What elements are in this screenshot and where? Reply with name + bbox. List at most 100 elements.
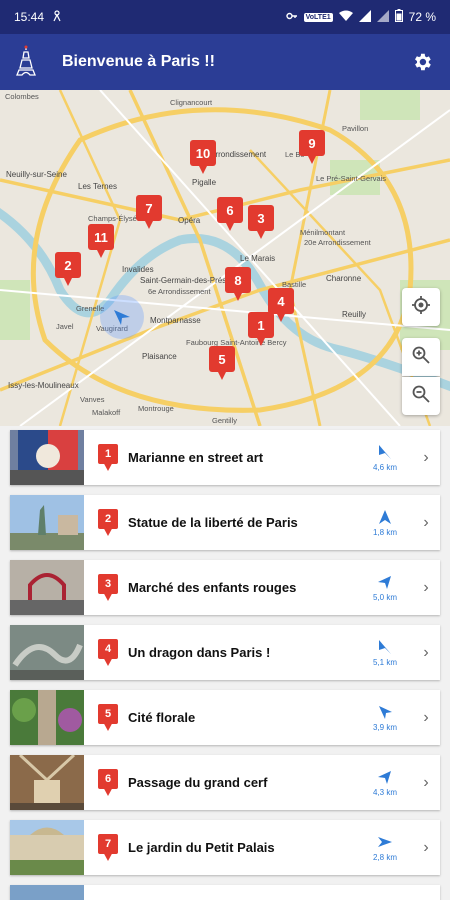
map-label: Ménilmontant	[300, 228, 346, 237]
battery-icon	[394, 9, 403, 25]
direction-arrow-icon	[379, 639, 391, 654]
place-thumbnail	[10, 495, 84, 550]
key-icon	[285, 10, 298, 25]
map-label: 6e Arrondissement	[148, 287, 211, 296]
map-label: Pigalle	[192, 178, 217, 187]
app-bar: Bienvenue à Paris !!	[0, 34, 450, 90]
place-title: Statue de la liberté de Paris	[128, 515, 298, 530]
place-thumbnail	[10, 560, 84, 615]
map-pin-5[interactable]: 5	[209, 346, 235, 380]
map-pin-10[interactable]: 10	[190, 140, 216, 174]
wifi-icon	[338, 10, 353, 25]
place-title: Marianne en street art	[128, 450, 264, 465]
place-card[interactable]: 1 Marianne en street art 4,6 km ›	[10, 430, 440, 485]
place-thumbnail	[10, 625, 84, 680]
map-label: Pavillon	[342, 124, 369, 133]
direction-arrow-icon	[378, 575, 391, 589]
place-card[interactable]: 6 Passage du grand cerf 4,3 km ›	[10, 755, 440, 810]
place-number-pin: 1	[98, 443, 118, 472]
place-distance: 4,6 km	[360, 444, 410, 472]
place-title: Marché des enfants rouges	[128, 580, 297, 595]
place-card[interactable]: 3 Marché des enfants rouges 5,0 km ›	[10, 560, 440, 615]
map-label: Javel	[56, 322, 74, 331]
map-view[interactable]: Colombes Clignancourt 18e Arrondissement…	[0, 90, 450, 426]
place-title: Un dragon dans Paris !	[128, 645, 271, 660]
place-title: Cité florale	[128, 710, 196, 725]
map-label: Montrouge	[138, 404, 174, 413]
place-number-pin: 5	[98, 703, 118, 732]
zoom-in-icon	[411, 345, 431, 370]
place-card[interactable]: 5 Cité florale 3,9 km ›	[10, 690, 440, 745]
place-thumbnail	[10, 820, 84, 875]
map-pin-4[interactable]: 4	[268, 288, 294, 322]
place-title: Passage du grand cerf	[128, 775, 268, 790]
places-list[interactable]: 1 Marianne en street art 4,6 km › 2 Stat…	[0, 426, 450, 900]
status-time: 15:44	[14, 10, 45, 24]
place-thumbnail	[10, 430, 84, 485]
place-card[interactable]: 4 Un dragon dans Paris ! 5,1 km ›	[10, 625, 440, 680]
my-location-button[interactable]	[402, 288, 440, 326]
map-label: Neuilly-sur-Seine	[6, 170, 67, 179]
volte-badge: VoLTE1	[303, 12, 333, 22]
place-distance: 5,0 km	[360, 574, 410, 602]
chevron-right-icon: ›	[423, 448, 429, 466]
eiffel-tower-icon	[16, 44, 36, 81]
map-label: Montparnasse	[150, 316, 201, 325]
map-label: Reuilly	[342, 310, 367, 319]
signal-icon	[358, 9, 371, 25]
map-pin-8[interactable]: 8	[225, 267, 251, 301]
direction-arrow-icon	[378, 836, 392, 847]
place-number-pin: 2	[98, 508, 118, 537]
chevron-right-icon: ›	[423, 578, 429, 596]
place-number-pin: 7	[98, 833, 118, 862]
zoom-out-icon	[411, 384, 431, 409]
place-distance: 4,3 km	[360, 769, 410, 797]
place-thumbnail	[10, 885, 84, 900]
map-pin-2[interactable]: 2	[55, 252, 81, 286]
map-pin-11[interactable]: 11	[88, 224, 114, 258]
map-label: Clignancourt	[170, 98, 213, 107]
place-thumbnail	[10, 755, 84, 810]
status-icons: VoLTE1 72 %	[285, 9, 436, 25]
map-pin-9[interactable]: 9	[299, 130, 325, 164]
direction-arrow-icon	[379, 444, 391, 459]
place-card-partial[interactable]	[10, 885, 440, 900]
place-number-pin: 3	[98, 573, 118, 602]
map-label: Saint-Germain-des-Prés	[140, 276, 227, 285]
map-label: Invalides	[122, 265, 154, 274]
map-label: Charonne	[326, 274, 362, 283]
place-thumbnail	[10, 690, 84, 745]
gear-icon[interactable]	[410, 50, 434, 74]
place-distance: 5,1 km	[360, 639, 410, 667]
map-label: Gentilly	[212, 416, 238, 425]
place-distance: 1,8 km	[360, 509, 410, 537]
map-label: Vanves	[80, 395, 105, 404]
place-card[interactable]: 7 Le jardin du Petit Palais 2,8 km ›	[10, 820, 440, 875]
direction-arrow-icon	[379, 509, 391, 524]
place-number-pin: 4	[98, 638, 118, 667]
chevron-right-icon: ›	[423, 643, 429, 661]
status-bar: 15:44 VoLTE1 72 %	[0, 0, 450, 34]
direction-arrow-icon	[378, 770, 391, 784]
map-label: Malakoff	[92, 408, 121, 417]
map-label: 20e Arrondissement	[304, 238, 371, 247]
current-location-marker	[100, 295, 144, 339]
map-label: Le Pré-Saint-Gervais	[316, 174, 387, 183]
signal-icon-2	[376, 9, 389, 25]
battery-level: 72 %	[408, 10, 436, 24]
place-distance: 2,8 km	[360, 834, 410, 862]
chevron-right-icon: ›	[423, 708, 429, 726]
chevron-right-icon: ›	[423, 513, 429, 531]
zoom-out-button[interactable]	[402, 377, 440, 415]
map-label: Issy-les-Moulineaux	[8, 381, 79, 390]
map-pin-3[interactable]: 3	[248, 205, 274, 239]
place-card[interactable]: 2 Statue de la liberté de Paris 1,8 km ›	[10, 495, 440, 550]
place-title: Le jardin du Petit Palais	[128, 840, 275, 855]
map-pin-6[interactable]: 6	[217, 197, 243, 231]
place-distance: 3,9 km	[360, 704, 410, 732]
chevron-right-icon: ›	[423, 773, 429, 791]
map-label: Plaisance	[142, 352, 177, 361]
zoom-in-button[interactable]	[402, 338, 440, 376]
place-number-pin: 6	[98, 768, 118, 797]
map-pin-7[interactable]: 7	[136, 195, 162, 229]
